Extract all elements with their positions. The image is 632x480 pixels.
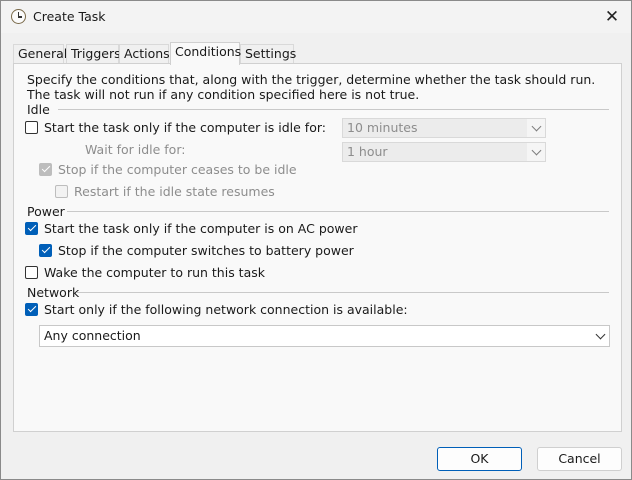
tab-conditions[interactable]: Conditions: [170, 42, 242, 65]
idle-group-divider: [58, 109, 609, 110]
cancel-button[interactable]: Cancel: [537, 447, 622, 471]
stop-if-not-idle-checkbox[interactable]: Stop if the computer ceases to be idle: [39, 160, 297, 178]
checkbox-label: Start only if the following network conn…: [44, 301, 408, 317]
ok-button[interactable]: OK: [437, 447, 522, 471]
create-task-window: Create Task ✕ General Triggers Actions C…: [0, 0, 632, 480]
network-group-label: Network: [27, 285, 80, 300]
battery-power-stop-checkbox[interactable]: Stop if the computer switches to battery…: [39, 241, 354, 259]
window-title: Create Task: [33, 9, 106, 24]
idle-duration-select[interactable]: 10 minutes: [342, 118, 546, 138]
description-text: Specify the conditions that, along with …: [27, 72, 596, 102]
tab-label: General: [18, 46, 68, 61]
network-group-divider: [77, 292, 609, 293]
checkbox-box: [25, 221, 38, 235]
checkbox-label: Restart if the idle state resumes: [74, 183, 275, 199]
checkbox-box: [25, 265, 38, 279]
tab-label: Triggers: [71, 46, 121, 61]
checkbox-label: Stop if the computer switches to battery…: [58, 242, 354, 258]
restart-if-idle-resumes-checkbox[interactable]: Restart if the idle state resumes: [55, 182, 275, 200]
checkbox-box: [55, 184, 68, 198]
title-bar[interactable]: Create Task ✕: [1, 1, 631, 33]
chevron-down-icon: [595, 329, 606, 340]
task-scheduler-clock-icon: [11, 9, 26, 24]
start-only-if-idle-checkbox[interactable]: Start the task only if the computer is i…: [25, 118, 326, 136]
idle-duration-value: 10 minutes: [343, 119, 527, 137]
conditions-panel: Specify the conditions that, along with …: [13, 63, 622, 432]
chevron-down-icon: [531, 145, 542, 156]
tab-triggers[interactable]: Triggers: [66, 44, 121, 64]
checkbox-box: [39, 162, 52, 176]
checkbox-label: Start the task only if the computer is i…: [44, 119, 326, 135]
checkbox-box: [25, 302, 38, 316]
tab-actions[interactable]: Actions: [119, 44, 170, 64]
network-condition-checkbox[interactable]: Start only if the following network conn…: [25, 300, 408, 318]
idle-group-label: Idle: [27, 102, 50, 117]
checkbox-label: Wake the computer to run this task: [44, 264, 265, 280]
checkbox-box: [39, 243, 52, 257]
tab-label: Actions: [124, 46, 170, 61]
wake-computer-checkbox[interactable]: Wake the computer to run this task: [25, 263, 265, 281]
checkbox-label: Stop if the computer ceases to be idle: [58, 161, 297, 177]
power-group-divider: [67, 211, 609, 212]
checkbox-box: [25, 120, 38, 134]
wait-for-idle-label: Wait for idle for:: [85, 142, 186, 157]
chevron-down-icon: [531, 121, 542, 132]
tab-settings[interactable]: Settings: [240, 44, 297, 64]
tab-general[interactable]: General: [13, 44, 68, 64]
checkbox-label: Start the task only if the computer is o…: [44, 220, 358, 236]
power-group-label: Power: [27, 204, 65, 219]
close-icon: ✕: [604, 7, 620, 27]
tab-label: Settings: [245, 46, 297, 61]
wait-for-idle-select[interactable]: 1 hour: [342, 142, 546, 162]
wait-for-idle-value: 1 hour: [343, 143, 527, 161]
tab-label: Conditions: [175, 44, 242, 59]
ac-power-checkbox[interactable]: Start the task only if the computer is o…: [25, 219, 357, 237]
close-button[interactable]: ✕: [597, 3, 627, 31]
network-connection-select[interactable]: Any connection: [39, 325, 610, 347]
network-connection-value: Any connection: [44, 328, 141, 343]
